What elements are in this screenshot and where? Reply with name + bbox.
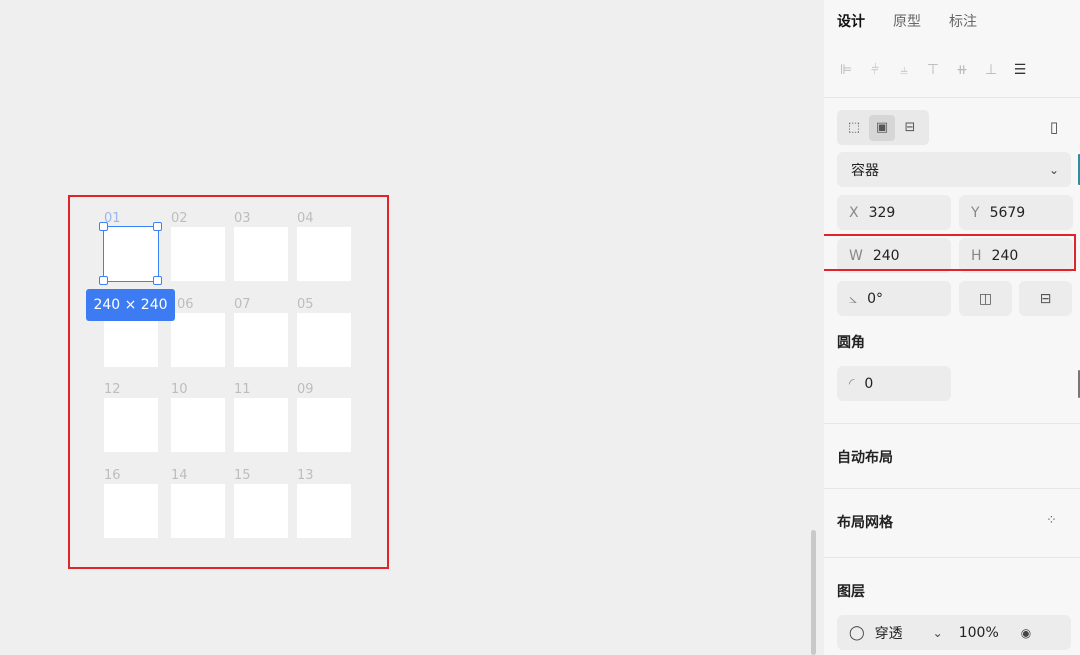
rotation-field[interactable]: ⦣ 0° [837,281,951,316]
corner-radius-field[interactable]: ◜ 0 [837,366,951,401]
layout-grid-icon[interactable]: ⁘ [1046,513,1057,528]
tab-design[interactable]: 设计 [837,11,865,31]
corner-radius-title: 圆角 [837,335,865,351]
device-icon[interactable]: ▯ [1045,118,1063,138]
align-top-icon[interactable]: ⊤ [925,60,941,80]
y-label: Y [971,204,980,221]
layers-title: 图层 [837,584,865,600]
align-right-icon[interactable]: ⫨ [896,60,912,80]
chevron-down-icon: ⌄ [1048,162,1059,177]
blend-mode-value[interactable]: 穿透 [875,623,903,643]
align-left-icon[interactable]: ⊫ [838,60,854,80]
divider [824,97,1080,98]
align-horizontal-center-icon[interactable]: ⫩ [867,60,883,80]
layer-blend-row: ◯ 穿透 ⌄ 100% ◉ [837,615,1071,650]
filled-frame-icon[interactable]: ▣ [869,114,895,141]
distribute-icon[interactable]: ☰ [1012,60,1028,80]
layout-grid-title[interactable]: 布局网格 [837,512,893,532]
y-value: 5679 [989,204,1026,221]
flip-horizontal-icon: ◫ [978,290,993,307]
divider [824,488,1080,489]
panel-tabs: 设计 原型 标注 [837,11,1005,31]
flip-vertical-icon: ⊟ [1039,290,1052,307]
highlight-box-frames [68,195,389,569]
frame-mode-toggle: ⬚ ▣ ⊟ [837,110,929,145]
tab-annotate[interactable]: 标注 [949,11,977,31]
tab-prototype[interactable]: 原型 [893,11,921,31]
opacity-value[interactable]: 100% [959,625,999,641]
container-type-value: 容器 [851,162,879,179]
design-canvas[interactable]: 01 02 03 04 06 07 05 12 10 11 09 16 14 1… [0,0,824,655]
eye-icon[interactable]: ◉ [1021,626,1031,640]
drop-icon: ◯ [849,624,865,641]
corner-radius-icon: ◜ [849,375,855,392]
vertical-scrollbar[interactable] [811,530,816,655]
alignment-toolbar: ⊫ ⫩ ⫨ ⊤ ⧺ ⊥ ☰ [838,60,1041,80]
x-label: X [849,204,859,221]
divider [824,557,1080,558]
design-panel: 设计 原型 标注 ⊫ ⫩ ⫨ ⊤ ⧺ ⊥ ☰ ⬚ ▣ ⊟ ▯ 容器 ⌄ X 32… [824,0,1080,655]
rotation-icon: ⦣ [849,290,858,307]
window-frame-icon[interactable]: ⊟ [897,115,923,141]
container-type-select[interactable]: 容器 ⌄ [837,152,1071,187]
divider [824,423,1080,424]
y-position-field[interactable]: Y 5679 [959,195,1073,230]
chevron-down-icon[interactable]: ⌄ [933,626,943,640]
x-value: 329 [868,204,896,221]
align-vertical-center-icon[interactable]: ⧺ [954,60,970,80]
align-bottom-icon[interactable]: ⊥ [983,60,999,80]
highlight-box-size [824,234,1076,271]
rotation-value: 0° [867,290,883,307]
auto-layout-title[interactable]: 自动布局 [837,447,893,467]
x-position-field[interactable]: X 329 [837,195,951,230]
dashed-frame-icon[interactable]: ⬚ [841,115,867,141]
corner-radius-value: 0 [864,375,874,392]
flip-horizontal-button[interactable]: ◫ [959,281,1012,316]
flip-vertical-button[interactable]: ⊟ [1019,281,1072,316]
